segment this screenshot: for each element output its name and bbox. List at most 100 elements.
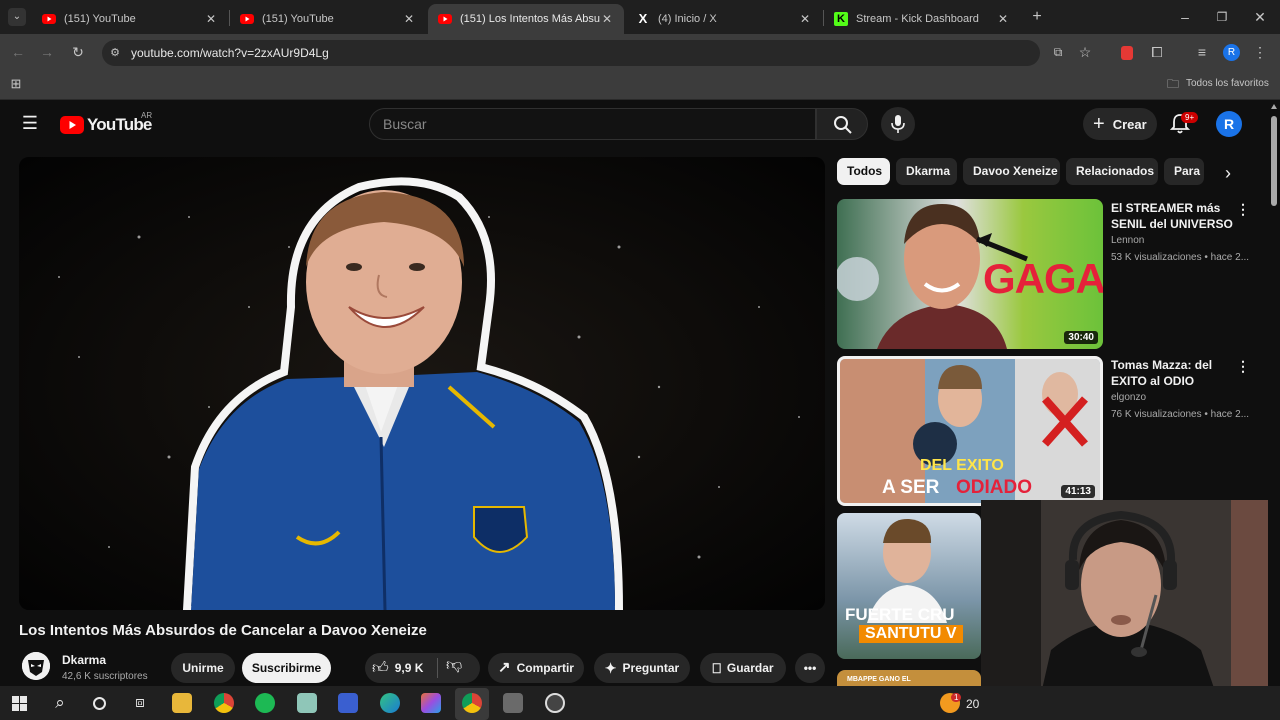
close-tab-icon[interactable]: ✕ (204, 12, 218, 26)
windows-start-icon[interactable] (12, 696, 27, 711)
app-blue-icon[interactable] (338, 693, 358, 713)
bookmarks-bar (0, 70, 1280, 100)
like-button[interactable]: 👍︎ 9,9 K (372, 656, 423, 680)
spotify-icon[interactable] (255, 693, 275, 713)
subscribe-button[interactable]: Suscribirme (242, 653, 331, 683)
file-explorer-icon[interactable] (172, 693, 192, 713)
chevron-right-icon[interactable]: › (1219, 164, 1237, 182)
tab-x[interactable]: X (4) Inicio / X ✕ (626, 4, 822, 34)
app-gray-icon[interactable] (503, 693, 523, 713)
chip-davoo-xeneize[interactable]: Davoo Xeneize (963, 158, 1060, 185)
video-player[interactable] (19, 157, 825, 610)
back-icon[interactable]: ← (9, 43, 27, 61)
more-actions-button[interactable]: ••• (795, 653, 825, 683)
task-view-icon[interactable]: ⧈ (130, 694, 150, 712)
thumbnail-overlay-text: FUERTE CRU (845, 605, 955, 624)
hamburger-menu-icon[interactable]: ☰ (20, 114, 40, 132)
related-title[interactable]: El STREAMER más SENIL del UNIVERSO (1111, 200, 1236, 232)
more-vert-icon[interactable]: ⋮ (1236, 358, 1250, 375)
close-window-icon[interactable]: ✕ (1251, 8, 1269, 26)
dislike-button[interactable]: 👎︎ (446, 656, 462, 680)
bookmark-icon: ⎕ (712, 660, 721, 676)
apps-grid-icon[interactable]: ⊞ (8, 75, 24, 93)
voice-search-button[interactable] (881, 107, 915, 141)
notepad-app-icon[interactable] (297, 693, 317, 713)
related-thumbnail[interactable]: DEL EXITO A SER ODIADO 41:13 (837, 356, 1103, 506)
close-tab-icon[interactable]: ✕ (798, 12, 812, 26)
share-arrow-icon: ↗ (498, 659, 511, 676)
extensions-puzzle-icon[interactable]: ⧠ (1148, 43, 1166, 61)
chip-relacionados[interactable]: Relacionados (1066, 158, 1158, 185)
scroll-up-arrow-icon[interactable] (1271, 104, 1277, 109)
join-button[interactable]: Unirme (171, 653, 235, 683)
reload-icon[interactable]: ↻ (69, 43, 87, 61)
taskbar-search-icon[interactable]: ⌕ (50, 694, 70, 712)
share-button[interactable]: ↗ Compartir (488, 653, 584, 683)
ask-button[interactable]: ✦ Preguntar (594, 653, 690, 683)
tab-label: (4) Inicio / X (658, 13, 717, 25)
chrome-active-taskbar-icon[interactable] (462, 693, 482, 713)
more-vert-icon[interactable]: ⋮ (1236, 201, 1250, 218)
related-title[interactable]: Tomas Mazza: del EXITO al ODIO (1111, 357, 1236, 389)
copilot-icon[interactable] (421, 693, 441, 713)
page-scrollbar[interactable] (1268, 100, 1280, 694)
scrollbar-thumb[interactable] (1271, 116, 1277, 206)
cortana-icon[interactable] (93, 697, 106, 710)
tab-youtube-2[interactable]: (151) YouTube ✕ (230, 4, 426, 34)
forward-icon[interactable]: → (38, 43, 56, 61)
microphone-icon (891, 115, 905, 133)
thumbnail-overlay-text: A SER (882, 477, 940, 498)
channel-name[interactable]: Dkarma (62, 653, 106, 667)
search-button[interactable] (816, 108, 868, 140)
site-info-icon[interactable]: ⚙ (106, 44, 124, 62)
account-avatar[interactable]: R (1216, 111, 1242, 137)
share-label: Compartir (516, 661, 574, 675)
related-channel[interactable]: elgonzo (1111, 392, 1146, 403)
close-tab-icon[interactable]: ✕ (600, 12, 614, 26)
all-bookmarks-link[interactable]: Todos los favoritos (1186, 78, 1269, 89)
create-button[interactable]: + Crear (1083, 108, 1157, 140)
chip-dkarma[interactable]: Dkarma (896, 158, 957, 185)
search-icon (834, 116, 852, 134)
extension-red-icon[interactable] (1121, 46, 1133, 60)
chrome-menu-icon[interactable]: ⋮ (1253, 43, 1267, 61)
chip-para[interactable]: Para (1164, 158, 1204, 185)
like-divider (437, 658, 438, 678)
webcam-image (981, 500, 1280, 694)
related-channel[interactable]: Lennon (1111, 235, 1144, 246)
channel-logo-icon (22, 652, 50, 680)
thumbs-down-icon: 👎︎ (446, 657, 463, 674)
chip-todos[interactable]: Todos (837, 158, 890, 185)
tab-label: (151) YouTube (262, 13, 334, 25)
app-circle-icon[interactable] (545, 693, 565, 713)
youtube-logo[interactable]: YouTube (60, 114, 152, 136)
media-control-icon[interactable]: ≡ (1193, 43, 1211, 61)
related-thumbnail[interactable]: FUERTE CRU SANTUTU V (837, 513, 981, 659)
related-thumbnail[interactable]: GAGA 30:40 (837, 199, 1103, 349)
bookmark-star-icon[interactable]: ☆ (1076, 43, 1094, 61)
channel-avatar[interactable] (22, 652, 50, 680)
youtube-favicon-icon (42, 14, 56, 24)
kick-favicon-icon: K (834, 12, 848, 26)
url-text[interactable]: youtube.com/watch?v=2zxAUr9D4Lg (131, 46, 329, 60)
close-tab-icon[interactable]: ✕ (996, 12, 1010, 26)
chrome-taskbar-icon[interactable] (214, 693, 234, 713)
install-app-icon[interactable]: ⧉ (1049, 43, 1067, 61)
edge-icon[interactable] (380, 693, 400, 713)
profile-avatar-icon[interactable]: R (1223, 44, 1240, 61)
close-tab-icon[interactable]: ✕ (402, 12, 416, 26)
save-button[interactable]: ⎕ Guardar (700, 653, 786, 683)
minimize-icon[interactable]: – (1176, 8, 1194, 26)
maximize-icon[interactable]: ❐ (1213, 8, 1231, 26)
tab-kick[interactable]: K Stream - Kick Dashboard ✕ (824, 4, 1020, 34)
save-label: Guardar (726, 661, 774, 675)
tab-search-button[interactable]: ⌄ (8, 8, 26, 26)
thumbnail-overlay-text: DEL EXITO (920, 457, 1004, 474)
search-input[interactable]: Buscar (369, 108, 816, 140)
youtube-favicon-icon (240, 14, 254, 24)
more-horizontal-icon: ••• (803, 661, 817, 675)
tab-youtube-1[interactable]: (151) YouTube ✕ (32, 4, 228, 34)
new-tab-icon[interactable]: + (1028, 8, 1046, 26)
plus-icon: + (1093, 113, 1105, 135)
tab-youtube-active[interactable]: (151) Los Intentos Más Absurdo ✕ (428, 4, 624, 34)
